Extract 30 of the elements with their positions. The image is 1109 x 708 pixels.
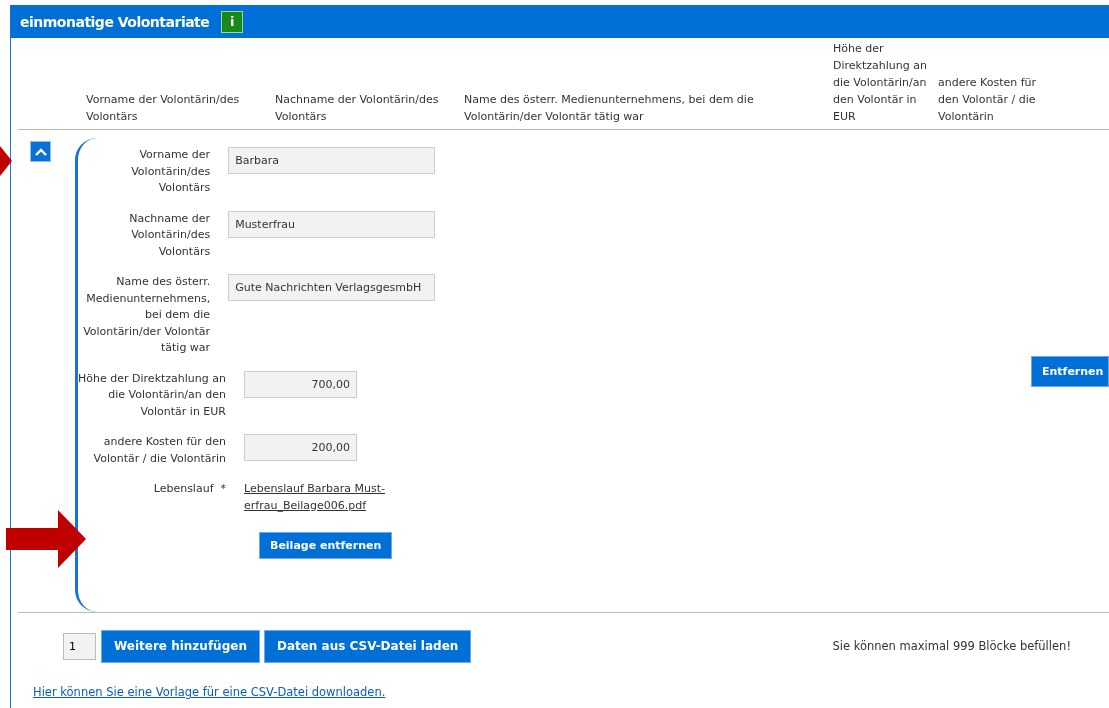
count-field[interactable]: 1 [63,632,96,660]
column-header: Vorname der Volontärin/des Volontärs [86,92,241,125]
section-title: einmonatige Volontariate [20,13,210,30]
info-button[interactable]: i [221,10,244,33]
input-field[interactable]: Gute Nachrichten VerlagsgesmbH [228,274,435,301]
remove-attachment-button[interactable]: Beilage entfernen [259,532,393,559]
arrow-icon [6,510,86,568]
add-button[interactable]: Weitere hinzufügen [101,629,260,663]
arrow-icon [0,146,14,176]
input-field[interactable]: Barbara [228,147,435,174]
input-field[interactable]: Musterfrau [228,210,435,238]
csv-load-button[interactable]: Daten aus CSV-Datei laden [263,629,472,663]
field-label: Vorname der Volontärin/des Volontärs [130,147,211,196]
column-header: Name des österr. Medienunternehmens, bei dem die Volontärin/der Volontär tätig war [464,92,755,125]
collapse-button[interactable] [30,141,51,162]
field-label: Nachname der Volontärin/des Volontärs [128,210,211,260]
input-field[interactable]: 200,00 [244,434,357,461]
input-field[interactable]: 700,00 [244,370,357,398]
column-header: andere Kosten für den Volontär / die Volontärin [938,75,1038,125]
field-label: andere Kosten für den Volontär / die Volontärin [92,434,226,467]
limit-note: Sie können maximal 999 Blöcke befüllen! [832,639,1071,653]
remove-button[interactable]: Entfernen [1031,356,1109,387]
file-link[interactable]: Lebenslauf Barbara Must-erfrau_Beilage006.pdf [244,481,394,514]
column-header: Höhe der Direktzahlung an die Volontärin/an den Volontär in EUR [833,41,928,125]
template-link[interactable]: Hier können Sie eine Vorlage für eine CSV-Datei downloaden. [33,685,1109,699]
field-label: Lebenslauf * [152,481,226,497]
field-label: Name des österr. Medienunternehmens, bei dem die Volontärin/der Volontär tätig war [82,274,211,356]
column-header: Nachname der Volontärin/des Volontärs [275,92,440,125]
chevron-icon [34,147,47,156]
field-label: Höhe der Direktzahlung an die Volontärin/an den Volontär in EUR [78,370,226,420]
